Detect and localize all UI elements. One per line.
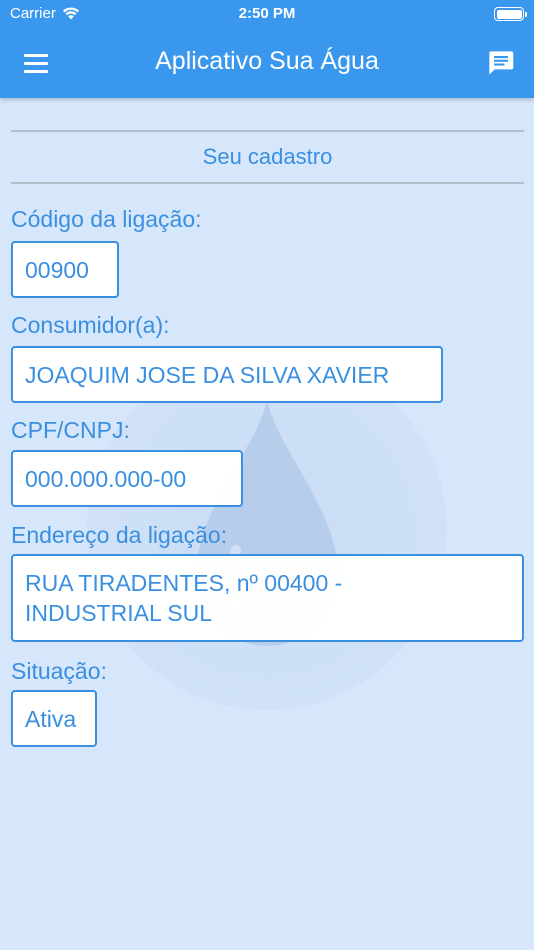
field-value-endereco[interactable]: RUA TIRADENTES, nº 00400 - INDUSTRIAL SU… <box>11 554 524 642</box>
status-bar: Carrier 2:50 PM <box>0 0 534 28</box>
field-value-cpf[interactable]: 000.000.000-00 <box>11 450 243 507</box>
field-label-consumidor: Consumidor(a): <box>11 312 170 338</box>
status-time: 2:50 PM <box>238 5 296 22</box>
field-label-codigo: Código da ligação: <box>11 206 202 232</box>
battery-icon <box>494 7 527 21</box>
chat-button[interactable] <box>484 46 518 80</box>
top-bar: Carrier 2:50 PM Aplicativo Sua Água <box>0 0 534 98</box>
field-label-situacao: Situação: <box>11 658 107 684</box>
field-value-codigo[interactable]: 00900 <box>11 241 119 298</box>
section-header: Seu cadastro <box>11 130 524 184</box>
app-title: Aplicativo Sua Água <box>155 47 379 75</box>
field-value-situacao[interactable]: Ativa <box>11 690 97 747</box>
chat-icon <box>489 51 514 75</box>
field-label-cpf: CPF/CNPJ: <box>11 417 130 443</box>
section-title: Seu cadastro <box>202 144 333 169</box>
app-bar: Aplicativo Sua Água <box>0 28 534 98</box>
field-value-consumidor[interactable]: JOAQUIM JOSE DA SILVA XAVIER <box>11 346 443 403</box>
field-label-endereco: Endereço da ligação: <box>11 522 228 548</box>
